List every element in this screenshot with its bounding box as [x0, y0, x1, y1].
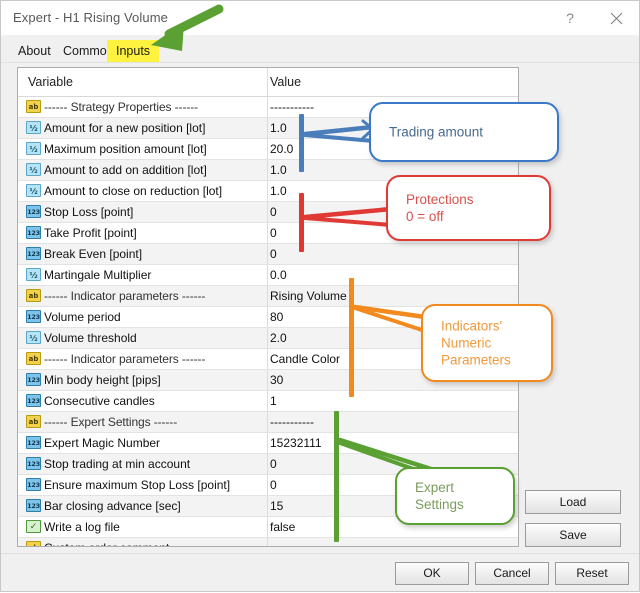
expert-properties-dialog: Expert - H1 Rising Volume ? About Common… — [0, 0, 640, 592]
callout-expert-settings-text: Expert Settings — [415, 480, 464, 512]
callout-trading-amount-text: Trading amount — [389, 124, 484, 140]
callout-protections: Protections 0 = off — [386, 175, 551, 241]
callout-indicator-params-text: Indicators' Numeric Parameters — [441, 318, 511, 368]
callout-expert-settings: Expert Settings — [395, 467, 515, 525]
inputs-tab-arrow-icon — [151, 4, 224, 51]
callout-indicator-params: Indicators' Numeric Parameters — [421, 304, 553, 382]
callout-protections-text: Protections 0 = off — [406, 192, 474, 224]
callout-trading-amount: Trading amount — [369, 102, 559, 162]
